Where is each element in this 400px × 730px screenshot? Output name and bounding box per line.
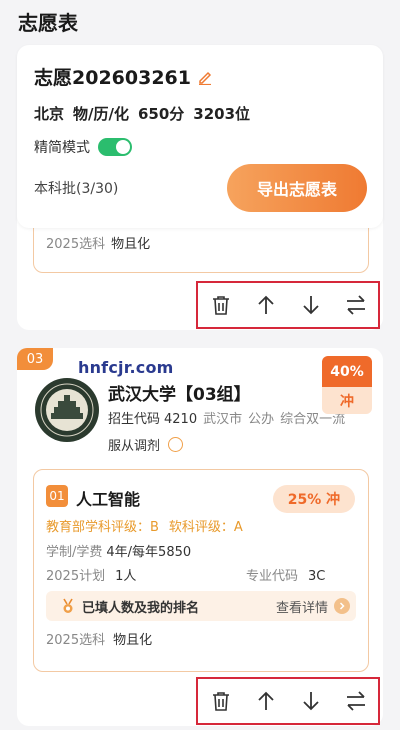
university-meta: 招生代码 4210 武汉市 公办 综合双一流 [108,412,346,427]
medal-icon [63,598,73,613]
simple-mode-toggle[interactable] [98,138,132,156]
card-actions [196,677,380,725]
major-probability: 25% 冲 [273,485,355,513]
major-evaluation: 教育部学科评级：B 软科评级：A [46,520,243,535]
university-logo [35,378,99,442]
subject-selection: 2025选科 物且化 [46,633,153,648]
swap-icon[interactable] [344,689,368,713]
view-detail-link[interactable]: 查看详情 [276,597,356,616]
batch-label[interactable]: 本科批(3/30) [34,178,118,198]
ranking-text: 已填人数及我的排名 [82,600,200,616]
major-name[interactable]: 人工智能 [76,486,140,510]
simple-mode-label: 精简模式 [34,140,90,156]
watermark: hnfcjr.com [78,358,174,377]
order-badge: 03 [17,348,53,370]
swap-icon[interactable] [344,293,368,317]
score-info: 北京 物/历/化 650分 3203位 [34,105,251,123]
export-button[interactable]: 导出志愿表 [227,164,367,212]
move-up-icon[interactable] [254,293,278,317]
delete-icon[interactable] [209,293,233,317]
edit-icon[interactable] [197,69,213,85]
chevron-right-icon [334,598,350,614]
plan-name: 志愿202603261 [34,67,191,89]
admission-probability: 40% 冲 [322,356,372,414]
move-up-icon[interactable] [254,689,278,713]
delete-icon[interactable] [209,689,233,713]
move-down-icon[interactable] [299,293,323,317]
adjust-radio[interactable] [168,437,184,452]
plan-row: 2025计划 1人 [46,569,137,584]
university-name[interactable]: 武汉大学【03组】 [108,380,251,405]
move-down-icon[interactable] [299,689,323,713]
ranking-bar[interactable]: 已填人数及我的排名 查看详情 [46,591,356,621]
major-index: 01 [46,485,68,507]
adjust-label: 服从调剂 [108,439,161,454]
card-actions [196,281,380,329]
major-code-row: 专业代码 3C [246,569,326,584]
page-title: 志愿表 [18,11,78,35]
subject-selection: 2025选科 物且化 [46,237,151,252]
tuition-row: 学制/学费 4年/每年5850 [46,545,192,560]
